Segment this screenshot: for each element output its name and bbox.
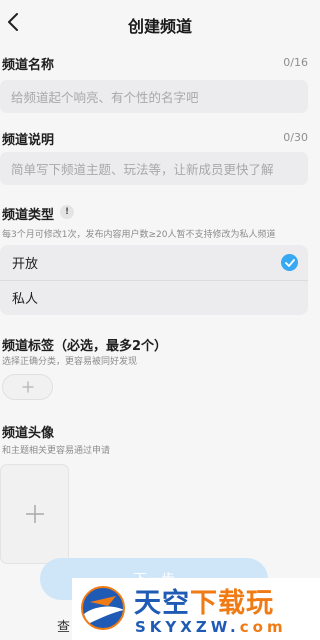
type-option-private-label: 私人 — [12, 292, 39, 307]
channel-tag-label: 频道标签（必选，最多2个） — [2, 339, 168, 354]
channel-desc-label: 频道说明 — [2, 133, 55, 148]
plus-icon — [22, 381, 33, 393]
channel-name-label: 频道名称 — [2, 58, 55, 73]
bottom-link[interactable]: 查 — [57, 616, 70, 635]
plus-icon — [25, 505, 44, 523]
channel-desc-counter: 0/30 — [283, 131, 308, 144]
channel-type-label: 频道类型 — [2, 208, 55, 223]
channel-type-hint: 每3个月可修改1次，发布内容用户数≥20人暂不支持修改为私人频道 — [2, 230, 276, 240]
check-icon — [281, 254, 298, 271]
info-icon[interactable]: ! — [60, 205, 74, 219]
site-logo-icon — [81, 586, 125, 630]
channel-name-counter: 0/16 — [283, 56, 308, 69]
site-watermark: 天空下载玩 SKYXZW.com — [72, 578, 320, 640]
header: 创建频道 — [0, 0, 320, 48]
page-title: 创建频道 — [127, 17, 192, 36]
watermark-subtitle: SKYXZW.com — [135, 618, 287, 636]
add-tag-button[interactable] — [2, 374, 53, 400]
type-option-open[interactable]: 开放 — [0, 245, 308, 280]
channel-avatar-label: 频道头像 — [2, 426, 55, 441]
watermark-title: 天空下载玩 — [134, 588, 274, 619]
channel-desc-input[interactable]: 简单写下频道主题、玩法等，让新成员更快了解 — [0, 152, 308, 185]
channel-type-options: 开放 私人 — [0, 245, 308, 315]
channel-tag-hint: 选择正确分类，更容易被同好发现 — [2, 357, 138, 367]
type-option-open-label: 开放 — [12, 257, 39, 272]
avatar-upload-button[interactable] — [0, 464, 69, 564]
channel-name-input[interactable]: 给频道起个响亮、有个性的名字吧 — [0, 80, 308, 113]
channel-avatar-hint: 和主题相关更容易通过申请 — [2, 446, 111, 456]
type-option-private[interactable]: 私人 — [0, 280, 308, 315]
